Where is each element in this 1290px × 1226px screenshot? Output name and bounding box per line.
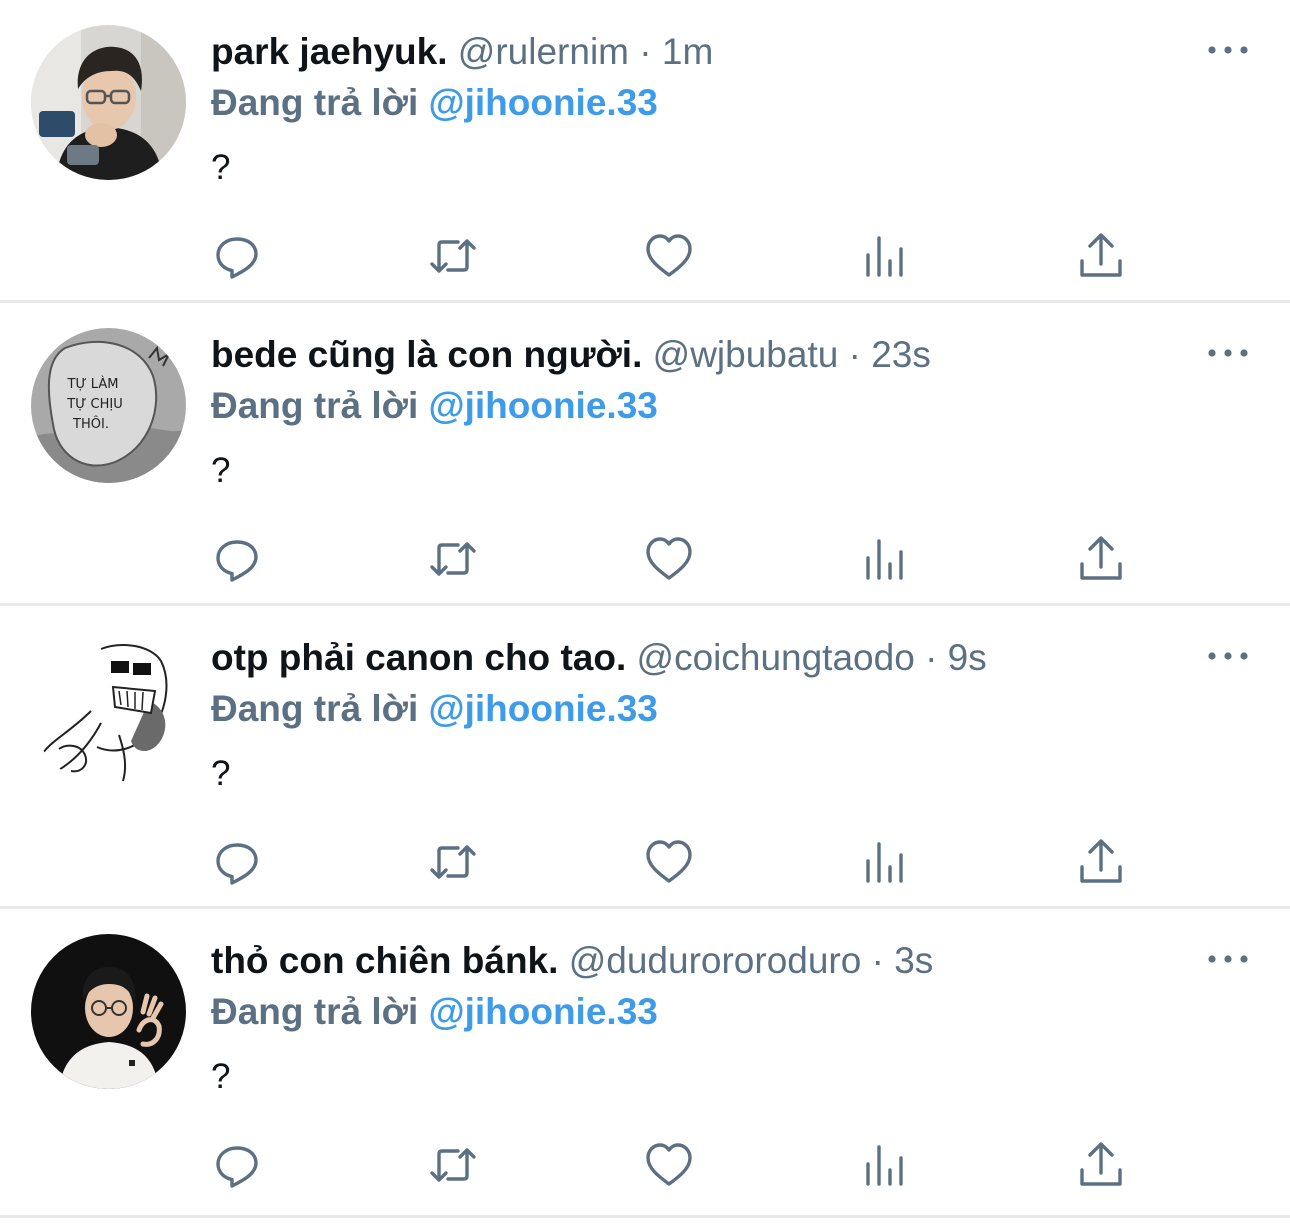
avatar-caption-3: THÔI.	[72, 416, 109, 432]
tweet-header: thỏ con chiên bánk. @dudurororoduro · 3s	[211, 939, 933, 983]
retweet-icon[interactable]	[421, 527, 485, 591]
retweet-icon[interactable]	[421, 224, 485, 288]
like-icon[interactable]	[637, 830, 701, 894]
more-icon[interactable]	[1206, 638, 1250, 674]
action-bar	[200, 830, 1140, 894]
tweet-header: bede cũng là con người. @wjbubatu · 23s	[211, 333, 931, 377]
avatar[interactable]	[31, 934, 186, 1089]
separator: ·	[639, 31, 652, 72]
avatar-caption-1: TỰ LÀM	[67, 376, 119, 392]
handle[interactable]: @wjbubatu	[653, 334, 839, 375]
tweet-text: ?	[211, 451, 231, 490]
tweet[interactable]: TỰ LÀM TỰ CHỊU THÔI. bede cũng là con ng…	[0, 303, 1290, 606]
mention-link[interactable]: @jihoonie.33	[429, 688, 658, 729]
avatar[interactable]: TỰ LÀM TỰ CHỊU THÔI.	[31, 328, 186, 483]
analytics-icon[interactable]	[853, 830, 917, 894]
replying-to-label: Đang trả lời	[211, 82, 419, 123]
tweet-text: ?	[211, 1057, 231, 1096]
handle[interactable]: @coichungtaodo	[637, 637, 915, 678]
share-icon[interactable]	[1069, 1133, 1133, 1197]
tweet-text: ?	[211, 754, 231, 793]
retweet-icon[interactable]	[421, 1133, 485, 1197]
tweet[interactable]: otp phải canon cho tao. @coichungtaodo ·…	[0, 606, 1290, 909]
display-name[interactable]: otp phải canon cho tao.	[211, 637, 626, 678]
share-icon[interactable]	[1069, 527, 1133, 591]
tweet[interactable]: thỏ con chiên bánk. @dudurororoduro · 3s…	[0, 909, 1290, 1218]
avatar[interactable]	[31, 25, 186, 180]
more-icon[interactable]	[1206, 32, 1250, 68]
timestamp[interactable]: 1m	[662, 31, 713, 72]
avatar-caption-2: TỰ CHỊU	[66, 397, 122, 412]
reply-icon[interactable]	[205, 224, 269, 288]
timestamp[interactable]: 23s	[871, 334, 931, 375]
replying-to: Đang trả lời @jihoonie.33	[211, 81, 658, 125]
avatar[interactable]	[31, 631, 186, 786]
replying-to-label: Đang trả lời	[211, 991, 419, 1032]
display-name[interactable]: thỏ con chiên bánk.	[211, 940, 558, 981]
separator: ·	[925, 637, 938, 678]
separator: ·	[848, 334, 861, 375]
replying-to: Đang trả lời @jihoonie.33	[211, 687, 658, 731]
tweet-header: park jaehyuk. @rulernim · 1m	[211, 30, 713, 74]
analytics-icon[interactable]	[853, 1133, 917, 1197]
replying-to-label: Đang trả lời	[211, 385, 419, 426]
timestamp[interactable]: 3s	[894, 940, 933, 981]
tweet-text: ?	[211, 148, 231, 187]
reply-feed: park jaehyuk. @rulernim · 1m Đang trả lờ…	[0, 0, 1290, 1218]
tweet-header: otp phải canon cho tao. @coichungtaodo ·…	[211, 636, 987, 680]
mention-link[interactable]: @jihoonie.33	[429, 385, 658, 426]
more-icon[interactable]	[1206, 941, 1250, 977]
mention-link[interactable]: @jihoonie.33	[429, 82, 658, 123]
share-icon[interactable]	[1069, 224, 1133, 288]
display-name[interactable]: bede cũng là con người.	[211, 334, 642, 375]
analytics-icon[interactable]	[853, 224, 917, 288]
replying-to: Đang trả lời @jihoonie.33	[211, 384, 658, 428]
tweet[interactable]: park jaehyuk. @rulernim · 1m Đang trả lờ…	[0, 0, 1290, 303]
reply-icon[interactable]	[205, 527, 269, 591]
more-icon[interactable]	[1206, 335, 1250, 371]
action-bar	[200, 1133, 1140, 1197]
handle[interactable]: @rulernim	[458, 31, 629, 72]
retweet-icon[interactable]	[421, 830, 485, 894]
share-icon[interactable]	[1069, 830, 1133, 894]
analytics-icon[interactable]	[853, 527, 917, 591]
separator: ·	[871, 940, 884, 981]
replying-to: Đang trả lời @jihoonie.33	[211, 990, 658, 1034]
timestamp[interactable]: 9s	[948, 637, 987, 678]
display-name[interactable]: park jaehyuk.	[211, 31, 448, 72]
like-icon[interactable]	[637, 1133, 701, 1197]
reply-icon[interactable]	[205, 1133, 269, 1197]
handle[interactable]: @dudurororoduro	[569, 940, 862, 981]
like-icon[interactable]	[637, 224, 701, 288]
like-icon[interactable]	[637, 527, 701, 591]
mention-link[interactable]: @jihoonie.33	[429, 991, 658, 1032]
action-bar	[200, 527, 1140, 591]
replying-to-label: Đang trả lời	[211, 688, 419, 729]
action-bar	[200, 224, 1140, 288]
reply-icon[interactable]	[205, 830, 269, 894]
